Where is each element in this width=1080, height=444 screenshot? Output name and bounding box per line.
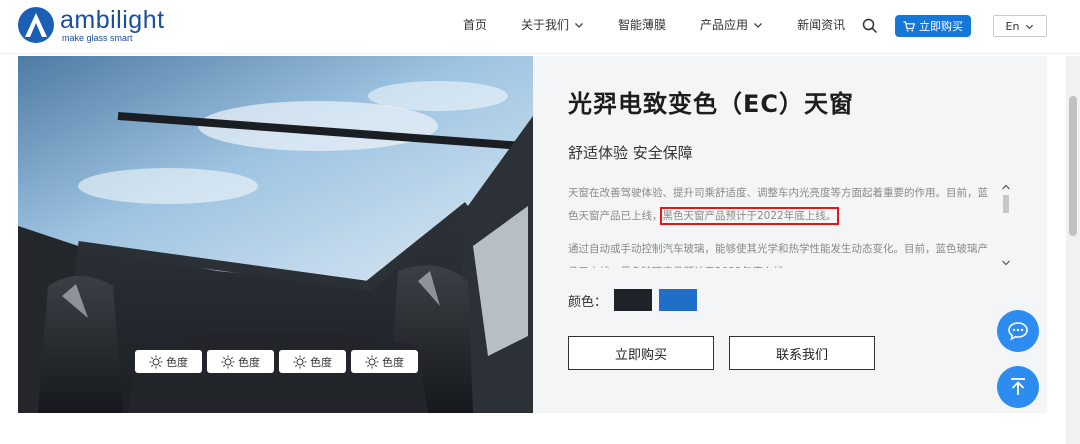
buy-now-button[interactable]: 立即购买 (568, 336, 714, 370)
scroll-thumb[interactable] (1003, 195, 1009, 213)
logo-tagline: make glass smart (62, 33, 133, 43)
page-scrollbar[interactable] (1066, 56, 1080, 444)
nav-home-label: 首页 (463, 18, 488, 32)
product-title: 光羿电致变色（EC）天窗 (568, 90, 855, 118)
page-scroll-thumb[interactable] (1069, 96, 1077, 236)
tint-chip-label: 色度 (238, 355, 260, 369)
nav-news[interactable]: 新闻资讯 (797, 16, 845, 33)
product-subtitle: 舒适体验 安全保障 (568, 144, 693, 162)
nav-smart-film-label: 智能薄膜 (618, 18, 667, 32)
logo-mark-icon (18, 7, 54, 43)
color-label: 颜色： (568, 294, 608, 310)
tint-chip[interactable]: 色度 (207, 350, 274, 373)
tint-chip[interactable]: 色度 (279, 350, 346, 373)
tint-chip-label: 色度 (382, 355, 404, 369)
description-paragraph: 天窗在改善驾驶体验、提升司乘舒适度、调整车内光亮度等方面起着重要的作用。目前，蓝… (568, 182, 988, 228)
sun-icon (149, 355, 163, 368)
nav-applications-label: 产品应用 (700, 18, 749, 32)
tint-chip[interactable]: 色度 (135, 350, 202, 373)
chat-button[interactable] (997, 310, 1039, 352)
header-buy-label: 立即购买 (919, 20, 963, 33)
tint-chip-label: 色度 (166, 355, 188, 369)
nav-home[interactable]: 首页 (463, 16, 487, 33)
arrow-up-icon (1011, 378, 1025, 395)
product-info-panel: 光羿电致变色（EC）天窗 舒适体验 安全保障 天窗在改善驾驶体验、提升司乘舒适度… (533, 56, 1047, 413)
language-value: En (1005, 19, 1020, 33)
product-image: 色度 色度 色度 色度 (18, 56, 533, 413)
nav-news-label: 新闻资讯 (797, 18, 846, 32)
nav-smart-film[interactable]: 智能薄膜 (618, 16, 666, 33)
chevron-down-icon (575, 22, 583, 28)
brand-logo[interactable]: ambilight make glass smart (18, 7, 165, 43)
nav-about-label: 关于我们 (521, 18, 570, 32)
chevron-down-icon (754, 22, 763, 28)
nav-applications[interactable]: 产品应用 (700, 16, 763, 33)
chat-bubble-icon (1008, 322, 1028, 341)
color-swatch-black[interactable] (614, 289, 653, 311)
highlighted-text: 黑色天窗产品预计于2022年底上线。 (659, 207, 840, 225)
logo-wordmark: ambilight (60, 6, 165, 34)
sun-icon (365, 355, 379, 368)
color-swatch-blue[interactable] (659, 289, 698, 311)
site-header: ambilight make glass smart 首页 关于我们 智能薄膜 … (0, 0, 1080, 54)
buy-now-label: 立即购买 (614, 347, 667, 363)
chevron-down-icon (1026, 24, 1034, 29)
description-paragraph: 通过自动或手动控制汽车玻璃，能够使其光学和热学性能发生动态变化。目前，蓝色玻璃产… (568, 243, 988, 268)
tint-chip-row: 色度 色度 色度 色度 (135, 350, 423, 373)
scroll-up-icon[interactable] (1002, 184, 1010, 190)
nav-about[interactable]: 关于我们 (521, 16, 584, 33)
back-to-top-button[interactable] (997, 366, 1039, 408)
tint-chip[interactable]: 色度 (351, 350, 418, 373)
search-icon[interactable] (862, 18, 878, 34)
main-nav: 首页 关于我们 智能薄膜 产品应用 新闻资讯 (463, 16, 845, 33)
contact-us-label: 联系我们 (775, 347, 828, 363)
cart-icon (903, 20, 915, 31)
product-description[interactable]: 天窗在改善驾驶体验、提升司乘舒适度、调整车内光亮度等方面起着重要的作用。目前，蓝… (568, 182, 988, 268)
language-select[interactable]: En (993, 15, 1047, 37)
tint-chip-label: 色度 (310, 355, 332, 369)
color-selector: 颜色： (568, 289, 698, 311)
contact-us-button[interactable]: 联系我们 (729, 336, 875, 370)
description-scrollbar[interactable] (1000, 184, 1012, 266)
scroll-down-icon[interactable] (1002, 260, 1010, 266)
header-buy-button[interactable]: 立即购买 (895, 15, 971, 37)
sun-icon (221, 355, 235, 368)
sun-icon (293, 355, 307, 368)
